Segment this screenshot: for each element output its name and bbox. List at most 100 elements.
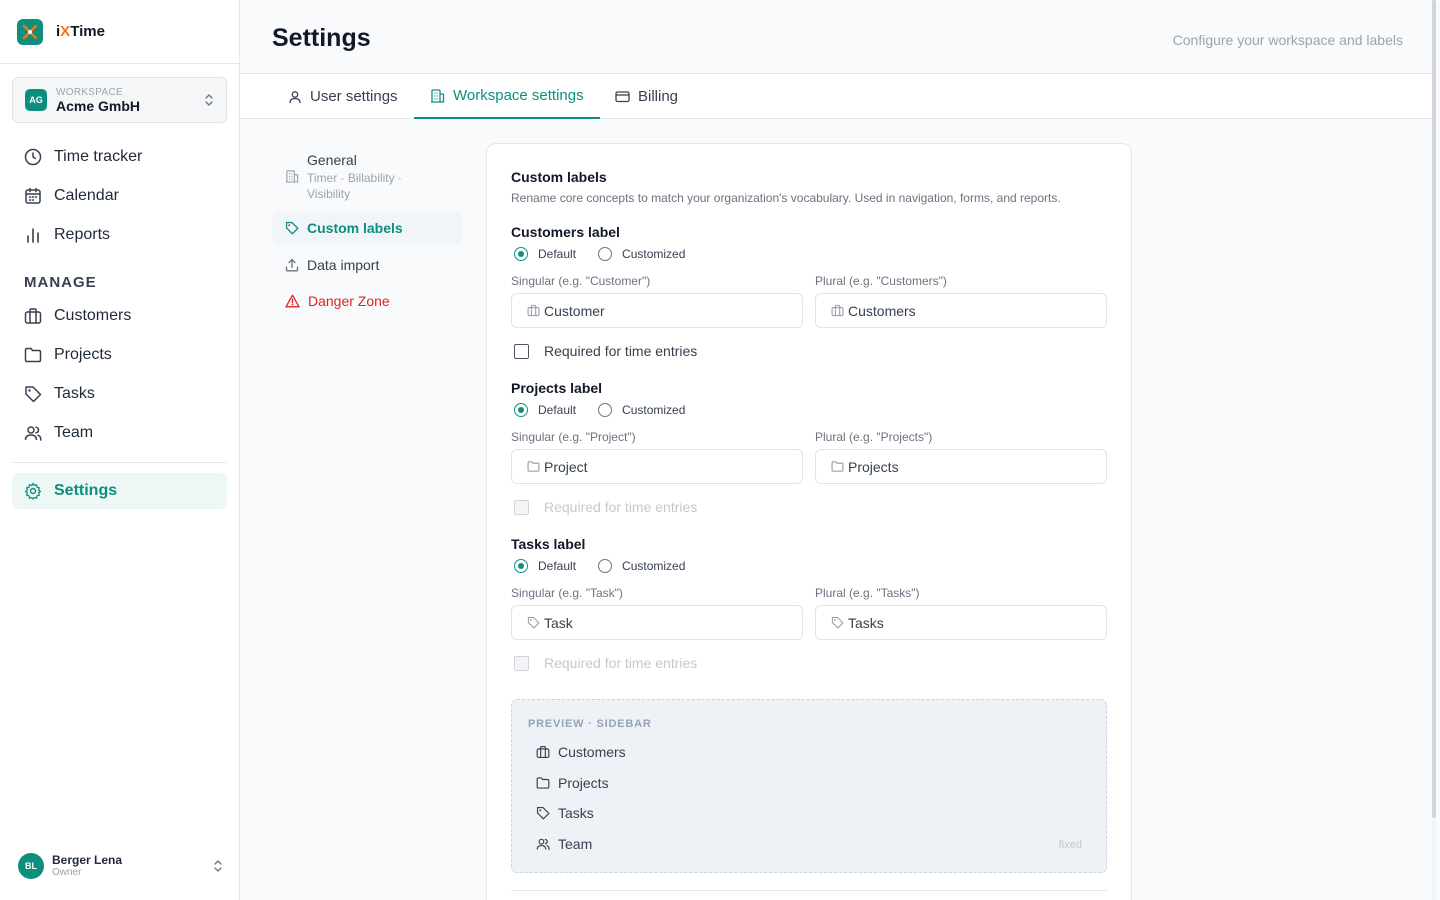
- nav-reports[interactable]: Reports: [12, 217, 227, 253]
- nav-customers[interactable]: Customers: [12, 298, 227, 334]
- folder-icon: [24, 346, 42, 364]
- customers-radio-group: Default Customized: [514, 247, 707, 261]
- page-scrollbar[interactable]: [1432, 0, 1436, 900]
- subnav-label: General: [307, 152, 357, 168]
- tab-billing[interactable]: Billing: [599, 74, 694, 119]
- projects-singular-label: Singular (e.g. "Project"): [511, 430, 636, 444]
- nav-label: Calendar: [54, 187, 119, 204]
- input-value: Projects: [848, 458, 899, 475]
- card-description: Rename core concepts to match your organ…: [511, 191, 1061, 205]
- tag-icon: [831, 616, 844, 629]
- customers-required-checkbox[interactable]: Required for time entries: [514, 343, 697, 359]
- nav-team[interactable]: Team: [12, 415, 227, 451]
- customers-singular-label: Singular (e.g. "Customer"): [511, 274, 651, 288]
- scrollbar-thumb[interactable]: [1432, 0, 1436, 818]
- sidebar: iXTime AG WORKSPACE Acme GmbH Time track…: [0, 0, 240, 900]
- settings-tabs: User settings Workspace settings Billing: [240, 74, 1436, 119]
- checkbox[interactable]: [514, 343, 529, 359]
- briefcase-icon: [24, 307, 42, 325]
- projects-label-title: Projects label: [511, 380, 603, 396]
- subnav-danger-zone[interactable]: Danger Zone: [272, 284, 462, 318]
- tasks-radio-customized[interactable]: [598, 559, 613, 573]
- user-menu[interactable]: BL Berger Lena Owner: [18, 853, 223, 879]
- user-icon: [288, 90, 302, 104]
- users-icon: [536, 837, 550, 851]
- checkbox: [514, 499, 529, 515]
- building-icon: [430, 88, 445, 103]
- workspace-switcher[interactable]: AG WORKSPACE Acme GmbH: [12, 77, 227, 123]
- tasks-radio-default[interactable]: [514, 559, 528, 573]
- projects-singular-input[interactable]: Project: [511, 449, 803, 484]
- tag-icon: [527, 616, 540, 629]
- nav-label: Customers: [54, 307, 132, 324]
- nav-calendar[interactable]: Calendar: [12, 178, 227, 214]
- preview-item-projects: Projects: [536, 775, 609, 791]
- warning-icon: [285, 294, 300, 308]
- projects-radio-default[interactable]: [514, 403, 528, 417]
- subnav-custom-labels[interactable]: Custom labels: [272, 211, 462, 245]
- calendar-icon: [24, 187, 42, 205]
- nav-settings[interactable]: Settings: [12, 473, 227, 509]
- radio-label: Default: [538, 247, 577, 261]
- app-logo-icon: [17, 18, 43, 45]
- projects-radio-group: Default Customized: [514, 403, 707, 417]
- nav-time-tracker[interactable]: Time tracker: [12, 139, 227, 175]
- tag-icon: [285, 221, 299, 235]
- nav-label: Time tracker: [54, 148, 143, 165]
- tab-workspace-settings[interactable]: Workspace settings: [414, 74, 600, 119]
- customers-plural-label: Plural (e.g. "Customers"): [815, 274, 947, 288]
- tasks-plural-input[interactable]: Tasks: [815, 605, 1107, 640]
- credit-card-icon: [615, 89, 630, 104]
- nav-label: Settings: [54, 482, 118, 499]
- tab-label: User settings: [310, 88, 398, 105]
- radio-label: Default: [538, 403, 577, 417]
- projects-required-checkbox: Required for time entries: [514, 499, 697, 515]
- tasks-required-checkbox: Required for time entries: [514, 655, 697, 671]
- sidebar-divider: [12, 462, 227, 463]
- workspace-name: Acme GmbH: [56, 97, 141, 114]
- input-value: Task: [544, 614, 573, 631]
- nav-tasks[interactable]: Tasks: [12, 376, 227, 412]
- preview-item-label: Customers: [558, 744, 626, 760]
- checkbox-label: Required for time entries: [544, 343, 698, 359]
- preview-fixed-note: fixed: [1058, 839, 1082, 851]
- preview-item-label: Tasks: [558, 805, 594, 821]
- subnav-data-import[interactable]: Data import: [272, 248, 462, 282]
- subnav-label: Danger Zone: [308, 293, 390, 309]
- tab-user-settings[interactable]: User settings: [272, 74, 414, 119]
- clock-icon: [24, 148, 42, 166]
- avatar: BL: [18, 853, 44, 879]
- card-divider: [511, 890, 1107, 891]
- preview-item-label: Team: [558, 836, 593, 852]
- subnav-general[interactable]: General Timer · Billability · Visibility: [272, 150, 462, 206]
- upload-icon: [285, 258, 299, 272]
- preview-item-label: Projects: [558, 775, 609, 791]
- preview-title: PREVIEW · SIDEBAR: [528, 718, 652, 730]
- nav-projects[interactable]: Projects: [12, 337, 227, 373]
- nav-section-manage: MANAGE: [24, 274, 97, 291]
- chevron-up-down-icon: [204, 93, 214, 107]
- customers-singular-input[interactable]: Customer: [511, 293, 803, 328]
- building-icon: [285, 169, 299, 206]
- checkbox-label: Required for time entries: [544, 655, 698, 671]
- projects-radio-customized[interactable]: [598, 403, 613, 417]
- tag-icon: [536, 806, 550, 820]
- card-title: Custom labels: [511, 169, 607, 185]
- preview-item-team: Team: [536, 836, 592, 852]
- input-value: Customer: [544, 302, 605, 319]
- nav-label: Team: [54, 424, 94, 441]
- projects-plural-input[interactable]: Projects: [815, 449, 1107, 484]
- customers-plural-input[interactable]: Customers: [815, 293, 1107, 328]
- customers-radio-default[interactable]: [514, 247, 528, 261]
- sidebar-preview: PREVIEW · SIDEBAR Customers Projects Tas…: [511, 699, 1107, 873]
- briefcase-icon: [831, 304, 844, 317]
- folder-icon: [831, 460, 844, 473]
- input-value: Customers: [848, 302, 916, 319]
- page-header: Settings Configure your workspace and la…: [240, 0, 1436, 74]
- customers-radio-customized[interactable]: [598, 247, 613, 261]
- checkbox: [514, 655, 529, 671]
- folder-icon: [527, 460, 540, 473]
- subnav-description: Timer · Billability · Visibility: [307, 171, 402, 201]
- input-value: Tasks: [848, 614, 884, 631]
- tasks-singular-input[interactable]: Task: [511, 605, 803, 640]
